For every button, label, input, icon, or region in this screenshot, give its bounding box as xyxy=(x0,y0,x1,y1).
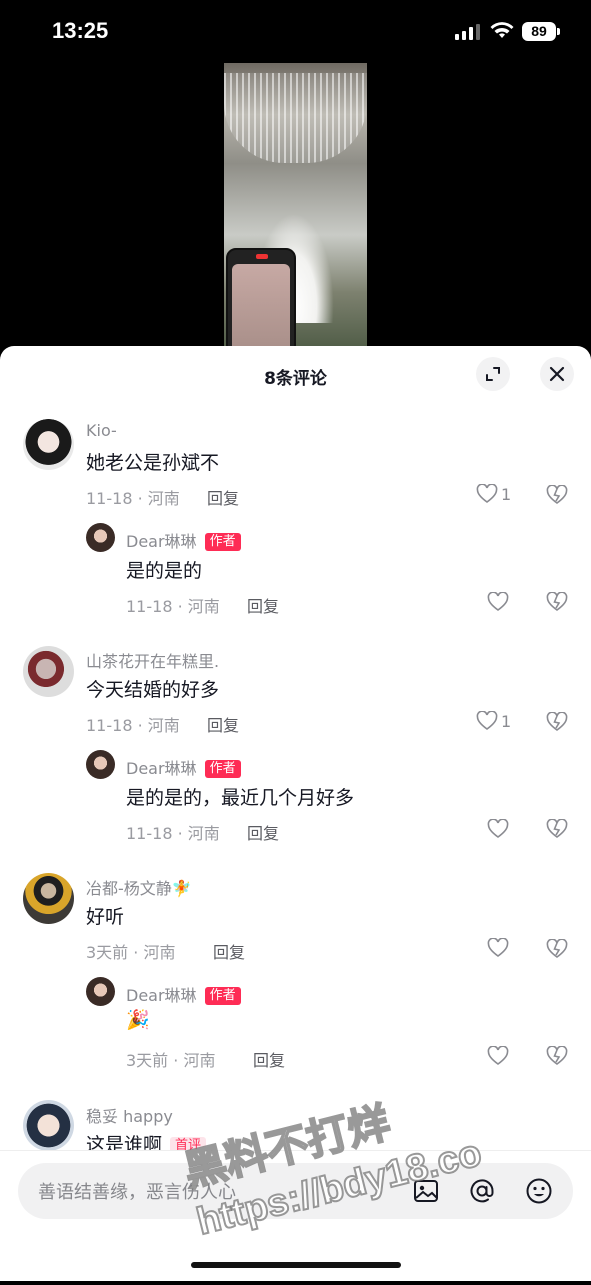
dislike-icon[interactable] xyxy=(546,592,568,612)
battery-indicator: 89 xyxy=(522,22,560,41)
reply-text: 是的是的 xyxy=(126,560,203,582)
status-bar: 13:25 89 xyxy=(0,0,591,64)
heart-icon[interactable] xyxy=(487,1046,509,1066)
comment-username[interactable]: Kio- xyxy=(86,421,117,440)
author-tag: 作者 xyxy=(204,533,241,551)
status-time: 13:25 xyxy=(52,18,109,43)
author-tag: 作者 xyxy=(204,760,241,778)
phone-in-video xyxy=(226,248,296,350)
home-indicator[interactable] xyxy=(191,1262,401,1268)
comment-item: 稳妥 happy 这是谁啊 首评 xyxy=(0,1098,591,1158)
comment-item: Kio- 她老公是孙斌不 11-18 · 河南 回复 1 Dear琳琳 作者 是的… xyxy=(0,416,591,616)
comment-date: 3天前 · 河南 xyxy=(86,943,176,962)
reply-button[interactable]: 回复 xyxy=(253,1047,285,1071)
reply-text: 🎉 xyxy=(126,1009,150,1031)
avatar[interactable] xyxy=(86,750,115,779)
like-button[interactable]: 1 xyxy=(476,711,511,731)
close-button[interactable] xyxy=(540,357,574,391)
signal-icon xyxy=(455,24,480,40)
wifi-icon xyxy=(490,22,514,38)
reply-button[interactable]: 回复 xyxy=(247,593,279,617)
reply-button[interactable]: 回复 xyxy=(207,712,239,736)
comment-date: 11-18 · 河南 xyxy=(86,716,180,735)
dislike-icon[interactable] xyxy=(546,819,568,839)
expand-button[interactable] xyxy=(476,357,510,391)
at-icon[interactable] xyxy=(468,1177,496,1205)
comment-username[interactable]: 山茶花开在年糕里. xyxy=(86,648,219,672)
comment-item: 山茶花开在年糕里. 今天结婚的好多 11-18 · 河南 回复 1 Dear琳琳… xyxy=(0,643,591,843)
reply-button[interactable]: 回复 xyxy=(213,939,245,963)
expand-icon xyxy=(486,367,500,381)
heart-icon[interactable] xyxy=(487,592,509,612)
author-tag: 作者 xyxy=(204,987,241,1005)
comment-input-pill xyxy=(18,1163,573,1221)
reply-username[interactable]: Dear琳琳 作者 xyxy=(126,982,241,1006)
like-count: 1 xyxy=(501,711,512,731)
avatar[interactable] xyxy=(23,419,74,470)
avatar[interactable] xyxy=(23,646,74,697)
comment-text: 好听 xyxy=(86,906,125,928)
emoji-icon[interactable] xyxy=(525,1177,553,1205)
reply-date: 11-18 · 河南 xyxy=(126,597,220,616)
dislike-icon[interactable] xyxy=(546,485,568,505)
reply-date: 3天前 · 河南 xyxy=(126,1051,216,1070)
comment-item: 冶都-杨文静🧚 好听 3天前 · 河南 回复 Dear琳琳 作者 🎉 3天前 · … xyxy=(0,870,591,1080)
dislike-icon[interactable] xyxy=(546,1046,568,1066)
comment-date: 11-18 · 河南 xyxy=(86,489,180,508)
avatar[interactable] xyxy=(86,523,115,552)
like-button[interactable]: 1 xyxy=(476,484,511,504)
heart-icon[interactable] xyxy=(487,819,509,839)
reply-button[interactable]: 回复 xyxy=(247,820,279,844)
like-count: 1 xyxy=(501,484,512,504)
image-icon[interactable] xyxy=(412,1177,440,1205)
reply-button[interactable]: 回复 xyxy=(207,485,239,509)
heart-icon[interactable] xyxy=(487,938,509,958)
comment-username[interactable]: 稳妥 happy xyxy=(86,1103,173,1127)
avatar[interactable] xyxy=(23,1100,74,1151)
reply-text: 是的是的，最近几个月好多 xyxy=(126,787,355,809)
close-icon xyxy=(549,366,565,382)
comment-text: 她老公是孙斌不 xyxy=(86,452,220,474)
heart-icon xyxy=(476,711,498,730)
chandelier-image xyxy=(224,73,367,163)
dislike-icon[interactable] xyxy=(546,939,568,959)
avatar[interactable] xyxy=(23,873,74,924)
dislike-icon[interactable] xyxy=(546,712,568,732)
comment-text: 今天结婚的好多 xyxy=(86,679,220,701)
comment-username[interactable]: 冶都-杨文静🧚 xyxy=(86,875,192,899)
video-preview[interactable] xyxy=(224,63,367,350)
comment-sheet: 8条评论 Kio- 她老公是孙斌不 11-18 · 河南 回复 1 Dear琳琳… xyxy=(0,346,591,1280)
comment-input[interactable] xyxy=(36,1163,400,1221)
reply-username[interactable]: Dear琳琳 作者 xyxy=(126,528,241,552)
reply-username[interactable]: Dear琳琳 作者 xyxy=(126,755,241,779)
reply-date: 11-18 · 河南 xyxy=(126,824,220,843)
heart-icon xyxy=(476,484,498,503)
avatar[interactable] xyxy=(86,977,115,1006)
